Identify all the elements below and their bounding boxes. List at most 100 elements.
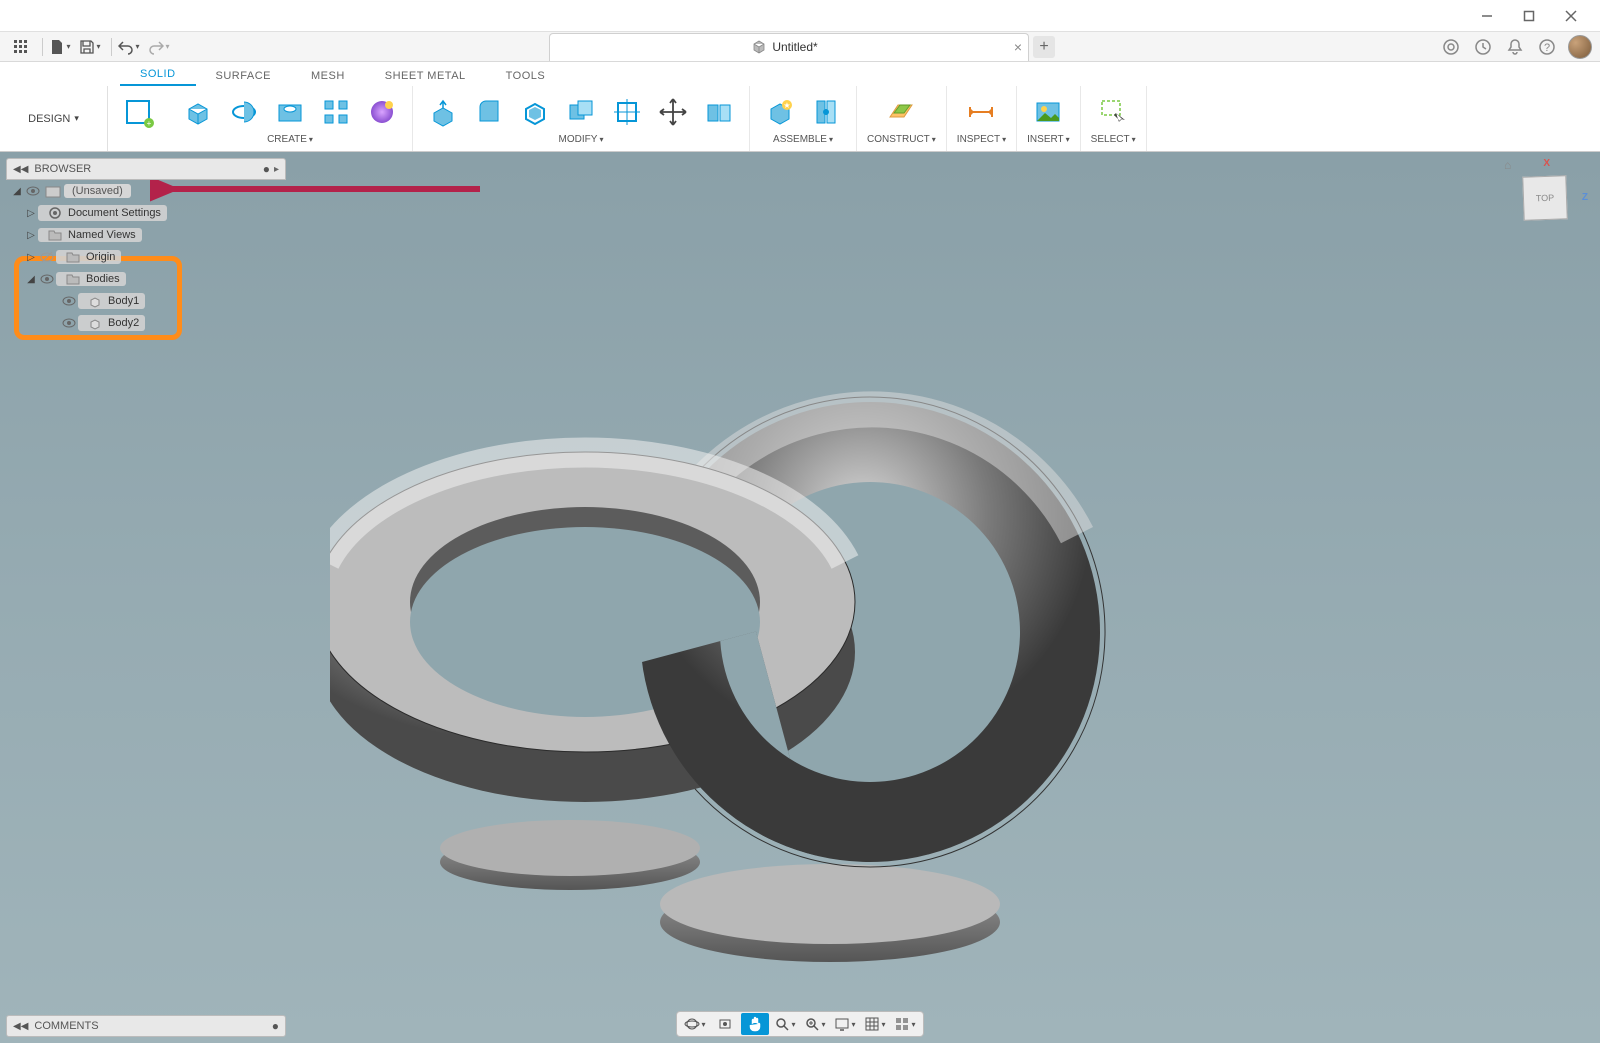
expand-arrow-icon[interactable]: ◢	[24, 274, 38, 285]
nav-orbit-button[interactable]: ▾	[681, 1013, 709, 1035]
toolbar-label-insert: INSERT▾	[1027, 134, 1070, 147]
expand-arrow-icon[interactable]: ◢	[10, 186, 24, 197]
joint-icon	[809, 95, 843, 129]
comments-title: COMMENTS	[34, 1020, 98, 1032]
tree-item-bodies[interactable]: ◢ Bodies	[6, 268, 286, 290]
tool-split[interactable]	[699, 92, 739, 132]
job-status-button[interactable]	[1472, 36, 1494, 58]
extensions-button[interactable]	[1440, 36, 1462, 58]
user-avatar[interactable]	[1568, 35, 1592, 59]
look-icon	[717, 1016, 733, 1032]
viewport-canvas[interactable]: ◀◀ BROWSER ● ▸ ◢ (Unsaved) ▷	[0, 152, 1600, 1043]
expand-arrow-icon[interactable]: ▷	[24, 208, 38, 219]
undo-icon	[118, 39, 134, 55]
tool-shell[interactable]	[515, 92, 555, 132]
tool-combine[interactable]	[561, 92, 601, 132]
apps-grid-icon	[13, 39, 29, 55]
help-button[interactable]: ?	[1536, 36, 1558, 58]
document-tab[interactable]: Untitled* ×	[549, 33, 1029, 61]
nav-pan-button[interactable]	[741, 1013, 769, 1035]
comments-panel-header[interactable]: ◀◀ COMMENTS ●	[6, 1015, 286, 1037]
tool-align[interactable]	[607, 92, 647, 132]
tool-joint[interactable]	[806, 92, 846, 132]
expand-arrow-icon[interactable]: ▷	[24, 230, 38, 241]
tool-sphere[interactable]	[362, 92, 402, 132]
tool-box[interactable]	[178, 92, 218, 132]
tool-select[interactable]	[1093, 92, 1133, 132]
maximize-button[interactable]	[1516, 3, 1542, 29]
tool-measure[interactable]	[961, 92, 1001, 132]
browser-root-label: (Unsaved)	[64, 184, 131, 198]
measure-icon	[964, 95, 998, 129]
view-cube[interactable]: ⌂ TOP X Z	[1510, 162, 1580, 232]
new-tab-button[interactable]: +	[1033, 36, 1055, 58]
tool-fillet[interactable]	[469, 92, 509, 132]
ribbon-tab-tools[interactable]: TOOLS	[486, 66, 566, 86]
nav-display-button[interactable]: ▾	[831, 1013, 859, 1035]
maximize-icon	[1523, 10, 1535, 22]
document-cube-icon	[752, 40, 766, 54]
close-button[interactable]	[1558, 3, 1584, 29]
visibility-eye-icon[interactable]	[38, 250, 56, 264]
browser-root-row[interactable]: ◢ (Unsaved)	[6, 180, 286, 202]
tool-presspull[interactable]	[423, 92, 463, 132]
toolbar-group-create: CREATE▾	[168, 86, 413, 151]
zoom-icon	[774, 1016, 790, 1032]
ribbon-tab-mesh[interactable]: MESH	[291, 66, 365, 86]
workspace-selector[interactable]: DESIGN▾	[0, 86, 108, 151]
undo-button[interactable]: ▾	[116, 34, 142, 60]
nav-look-button[interactable]	[711, 1013, 739, 1035]
document-title: Untitled*	[772, 40, 817, 54]
toolbar-group-inspect: INSPECT▾	[947, 86, 1017, 151]
nav-viewports-button[interactable]: ▾	[891, 1013, 919, 1035]
viewcube-face[interactable]: TOP	[1522, 175, 1568, 221]
tool-plane[interactable]	[881, 92, 921, 132]
ribbon-tab-solid[interactable]: SOLID	[120, 64, 196, 86]
comments-collapse-arrow-icon[interactable]: ◀◀	[13, 1021, 28, 1032]
browser-pin-button[interactable]: ●	[263, 162, 270, 176]
tool-move[interactable]	[653, 92, 693, 132]
tree-item-body2[interactable]: Body2	[6, 312, 286, 334]
plane-icon	[884, 95, 918, 129]
visibility-eye-icon[interactable]	[38, 272, 56, 286]
browser-panel: ◀◀ BROWSER ● ▸ ◢ (Unsaved) ▷	[6, 158, 286, 334]
ribbon-tab-sheetmetal[interactable]: SHEET METAL	[365, 66, 486, 86]
browser-options-button[interactable]: ▸	[274, 164, 279, 175]
tree-item-document-settings[interactable]: ▷ Document Settings	[6, 202, 286, 224]
browser-header[interactable]: ◀◀ BROWSER ● ▸	[6, 158, 286, 180]
workspace-label: DESIGN	[28, 113, 70, 125]
close-tab-button[interactable]: ×	[1014, 39, 1022, 55]
apps-grid-button[interactable]	[8, 34, 34, 60]
expand-arrow-icon[interactable]: ▷	[24, 252, 38, 263]
tree-item-body1[interactable]: Body1	[6, 290, 286, 312]
ribbon-tab-surface[interactable]: SURFACE	[196, 66, 291, 86]
redo-button[interactable]: ▾	[146, 34, 172, 60]
visibility-eye-icon[interactable]	[60, 294, 78, 308]
file-button[interactable]: ▾	[47, 34, 73, 60]
nav-fit-button[interactable]: ▾	[801, 1013, 829, 1035]
save-button[interactable]: ▾	[77, 34, 103, 60]
presspull-icon	[426, 95, 460, 129]
visibility-eye-icon[interactable]	[24, 184, 42, 198]
nav-grid-button[interactable]: ▾	[861, 1013, 889, 1035]
tool-create-sketch[interactable]: +	[118, 92, 158, 132]
home-icon[interactable]: ⌂	[1504, 158, 1511, 172]
tree-item-named-views[interactable]: ▷ Named Views	[6, 224, 286, 246]
tool-revolve[interactable]	[224, 92, 264, 132]
comments-pin-button[interactable]: ●	[272, 1019, 279, 1033]
clock-icon	[1474, 38, 1492, 56]
tool-hole[interactable]	[270, 92, 310, 132]
image-icon	[1031, 95, 1065, 129]
tool-component[interactable]: ★	[760, 92, 800, 132]
tree-item-origin[interactable]: ▷ Origin	[6, 246, 286, 268]
notifications-button[interactable]	[1504, 36, 1526, 58]
nav-zoom-button[interactable]: ▾	[771, 1013, 799, 1035]
visibility-eye-icon[interactable]	[60, 316, 78, 330]
minimize-icon	[1481, 10, 1493, 22]
browser-collapse-arrow-icon[interactable]: ◀◀	[13, 164, 28, 175]
minimize-button[interactable]	[1474, 3, 1500, 29]
tool-pattern[interactable]	[316, 92, 356, 132]
tool-insert[interactable]	[1028, 92, 1068, 132]
folder-icon	[62, 251, 84, 263]
folder-icon	[44, 229, 66, 241]
